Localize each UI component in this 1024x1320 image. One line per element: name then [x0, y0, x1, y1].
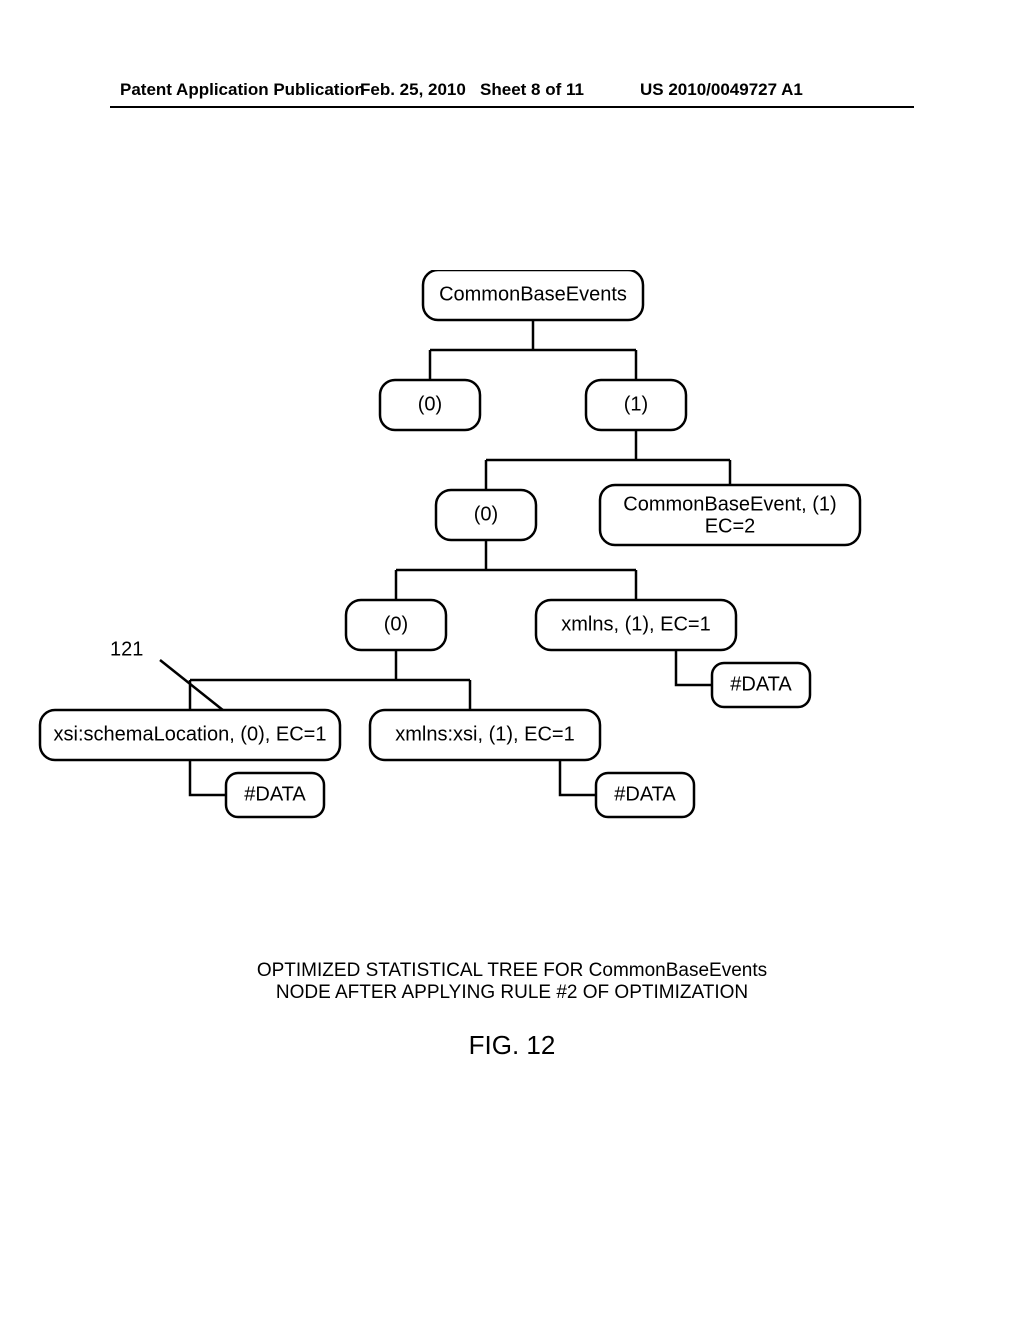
- header-date: Feb. 25, 2010: [360, 80, 466, 99]
- figure-caption: OPTIMIZED STATISTICAL TREE FOR CommonBas…: [0, 960, 1024, 1004]
- link: [190, 760, 226, 795]
- node-data-2-text: #DATA: [244, 783, 306, 805]
- header-left: Patent Application Publication: [120, 80, 365, 100]
- tree-svg: CommonBaseEvents (0) (1) (0) CommonBaseE…: [0, 270, 1024, 910]
- header-rule: [110, 106, 914, 108]
- node-l3-right-text1: CommonBaseEvent, (1): [623, 493, 836, 515]
- node-root-text: CommonBaseEvents: [439, 283, 627, 305]
- caption-line2: NODE AFTER APPLYING RULE #2 OF OPTIMIZAT…: [276, 982, 748, 1003]
- node-l5-left-text: xsi:schemaLocation, (0), EC=1: [54, 723, 327, 745]
- link: [560, 760, 596, 795]
- diagram: CommonBaseEvents (0) (1) (0) CommonBaseE…: [0, 270, 1024, 915]
- caption-line1: OPTIMIZED STATISTICAL TREE FOR CommonBas…: [257, 960, 767, 981]
- header-right: US 2010/0049727 A1: [640, 80, 803, 100]
- node-data-1-text: #DATA: [730, 673, 792, 695]
- node-l3-right-text2: EC=2: [705, 515, 756, 537]
- node-l4-left-text: (0): [384, 613, 408, 635]
- node-l5-right-text: xmlns:xsi, (1), EC=1: [395, 723, 574, 745]
- node-l3-left-text: (0): [474, 503, 498, 525]
- figure-label: FIG. 12: [0, 1030, 1024, 1061]
- header-mid: Feb. 25, 2010 Sheet 8 of 11: [360, 80, 584, 100]
- link: [676, 650, 712, 685]
- node-l4-right-text: xmlns, (1), EC=1: [561, 613, 710, 635]
- node-data-3-text: #DATA: [614, 783, 676, 805]
- node-l2-right-text: (1): [624, 393, 648, 415]
- node-l2-left-text: (0): [418, 393, 442, 415]
- annotation-121: 121: [110, 638, 143, 660]
- header-sheet: Sheet 8 of 11: [480, 80, 584, 99]
